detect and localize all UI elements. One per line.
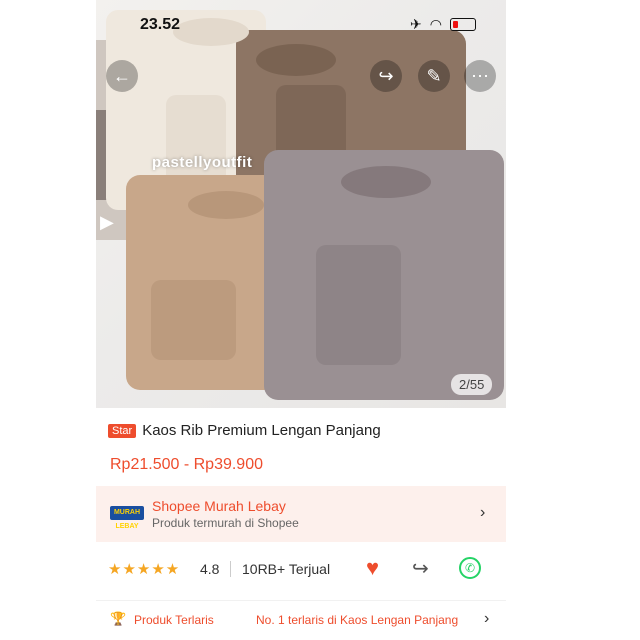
- divider: [230, 561, 231, 577]
- share-button[interactable]: ↪: [370, 60, 402, 92]
- star-badge: Star: [108, 423, 137, 438]
- battery-icon: [450, 18, 476, 31]
- rating-row: ★★★★★ 4.8 10RB+ Terjual ♥ ↪ ✆: [96, 548, 506, 592]
- watermark: pastellyoutfit: [152, 154, 253, 171]
- share-icon: ↪: [378, 65, 394, 86]
- shop-subtitle: Produk termurah di Shopee: [152, 516, 299, 530]
- product-image-gallery[interactable]: 23.52 ✈ ◠ ← ↪ ✎ ⋯ pastellyoutfit ▶ 2/55: [96, 0, 506, 408]
- status-icons: ✈ ◠: [410, 16, 476, 33]
- image-counter: 2/55: [451, 374, 493, 395]
- airplane-icon: ✈: [410, 16, 422, 32]
- whatsapp-icon[interactable]: ✆: [459, 557, 481, 579]
- share-icon[interactable]: ↪: [412, 556, 429, 581]
- play-icon[interactable]: ▶: [100, 212, 114, 233]
- more-icon: ⋯: [471, 65, 489, 86]
- wifi-icon: ◠: [429, 16, 442, 32]
- back-button[interactable]: ←: [106, 60, 138, 92]
- status-bar: 23.52 ✈ ◠: [96, 14, 506, 36]
- shop-banner[interactable]: MURAH LEBAY Shopee Murah Lebay Produk te…: [96, 486, 506, 542]
- product-title-row: Star Kaos Rib Premium Lengan Panjang: [108, 422, 381, 439]
- shop-logo: MURAH LEBAY: [110, 506, 144, 530]
- more-button[interactable]: ⋯: [464, 60, 496, 92]
- trophy-icon: 🏆: [110, 611, 127, 626]
- chevron-right-icon: ›: [480, 504, 486, 521]
- arrow-left-icon: ←: [113, 65, 131, 86]
- best-seller-row[interactable]: 🏆 Produk Terlaris No. 1 terlaris di Kaos…: [96, 600, 506, 640]
- favorite-button[interactable]: ♥: [366, 555, 379, 581]
- rating-value: 4.8: [200, 561, 220, 577]
- best-seller-description: No. 1 terlaris di Kaos Lengan Panjang: [256, 613, 459, 627]
- status-time: 23.52: [140, 16, 181, 33]
- chevron-right-icon: ›: [484, 610, 490, 627]
- edit-icon: ✎: [426, 65, 442, 86]
- shop-name: Shopee Murah Lebay: [152, 498, 286, 514]
- product-title: Kaos Rib Premium Lengan Panjang: [142, 422, 381, 439]
- product-page: 23.52 ✈ ◠ ← ↪ ✎ ⋯ pastellyoutfit ▶ 2/55 …: [96, 0, 506, 640]
- rating-stars: ★★★★★: [108, 561, 181, 578]
- product-price: Rp21.500 - Rp39.900: [110, 456, 263, 473]
- best-seller-label: Produk Terlaris: [134, 613, 214, 627]
- edit-button[interactable]: ✎: [418, 60, 450, 92]
- sold-count: 10RB+ Terjual: [242, 561, 331, 577]
- product-photo: [96, 10, 504, 400]
